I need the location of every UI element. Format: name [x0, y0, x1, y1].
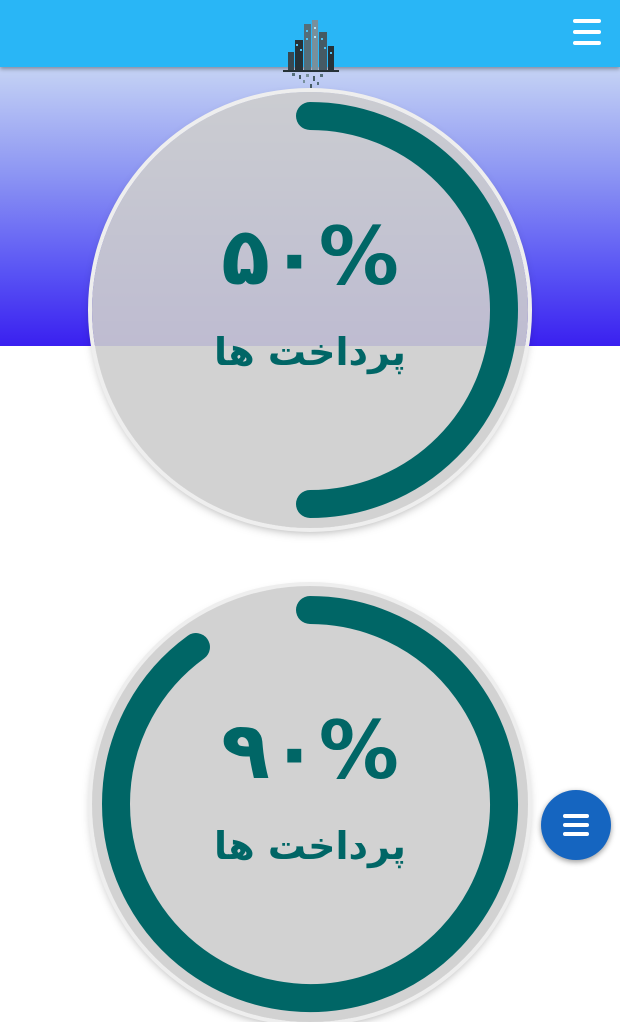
- progress-arc: [102, 596, 518, 1012]
- hamburger-menu-icon[interactable]: [573, 19, 601, 45]
- progress-arc: [296, 102, 518, 518]
- gauge-label: پرداخت ها: [214, 330, 406, 374]
- floating-menu-button[interactable]: [541, 790, 611, 860]
- progress-ring: [296, 102, 518, 518]
- city-skyline-logo-icon[interactable]: [279, 18, 343, 92]
- gauge-label: پرداخت ها: [214, 824, 406, 868]
- gauge-percentage: ۵۰%: [221, 210, 399, 303]
- gauge-percentage: ۹۰%: [221, 704, 399, 797]
- gauge-card-payments-2: ۹۰% پرداخت ها: [92, 586, 528, 1022]
- gauge-card-payments-1: ۵۰% پرداخت ها: [92, 92, 528, 528]
- progress-ring: [102, 596, 518, 1012]
